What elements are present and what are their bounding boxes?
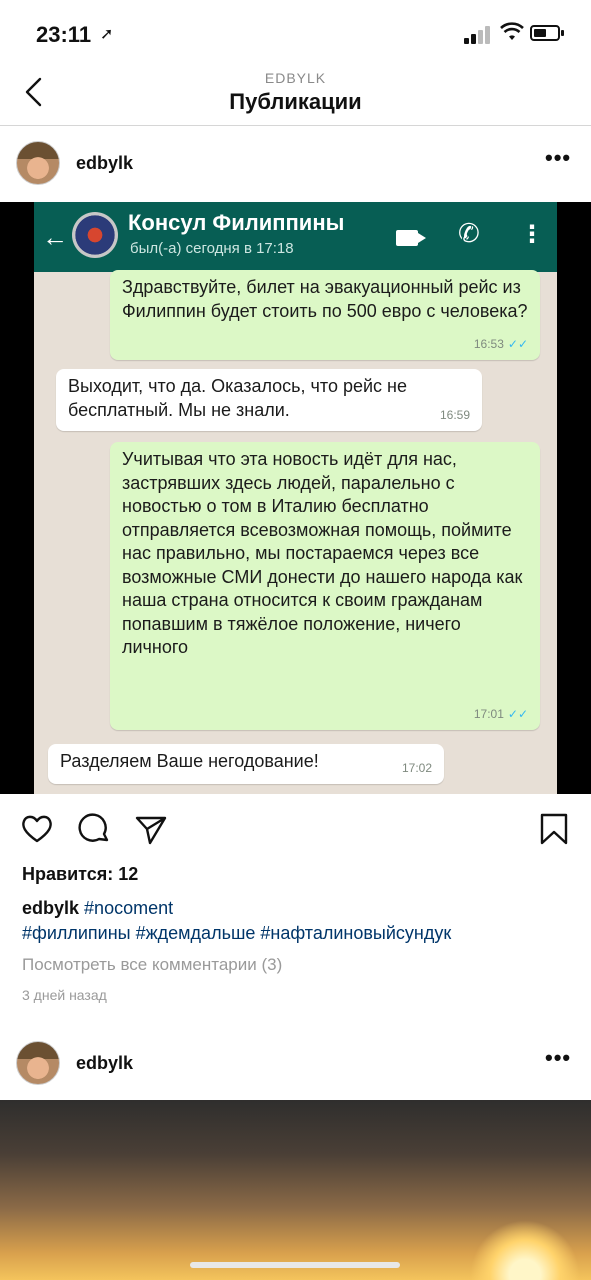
message-time: 16:53 ✓✓ bbox=[473, 336, 528, 351]
avatar[interactable] bbox=[16, 1041, 60, 1085]
post-caption: edbylk #nocoment #филлипины #ждемдальше … bbox=[22, 896, 582, 946]
arrow-left-icon: ← bbox=[42, 222, 68, 252]
message-bubble: Учитывая что эта новость идёт для нас, з… bbox=[110, 442, 540, 730]
post-header: edbylk ••• bbox=[0, 127, 591, 201]
chat-header: ← Консул Филиппины был(-а) сегодня в 17:… bbox=[34, 202, 557, 272]
message-text: Выходит, что да. Оказалось, что рейс не … bbox=[68, 376, 408, 420]
comment-icon[interactable] bbox=[78, 812, 112, 846]
status-bar: 23:11 ➚ bbox=[0, 0, 591, 60]
post-header: edbylk ••• bbox=[0, 1027, 591, 1101]
battery-icon bbox=[530, 25, 564, 41]
more-options-icon[interactable]: ••• bbox=[545, 147, 571, 173]
menu-dots-icon: ⋮ bbox=[520, 221, 544, 248]
post-username[interactable]: edbylk bbox=[76, 153, 133, 174]
clock: 23:11 bbox=[36, 22, 92, 47]
post-username[interactable]: edbylk bbox=[76, 1053, 133, 1074]
likes-count[interactable]: Нравится: 12 bbox=[22, 864, 138, 885]
nav-header: EDBYLK Публикации bbox=[0, 60, 591, 126]
caption-username[interactable]: edbylk bbox=[22, 898, 79, 918]
message-time: 17:02 bbox=[401, 760, 432, 775]
page-title: Публикации bbox=[229, 89, 362, 114]
heart-icon[interactable] bbox=[20, 812, 54, 846]
share-icon[interactable] bbox=[134, 812, 168, 846]
bookmark-icon[interactable] bbox=[537, 812, 571, 846]
post-image[interactable]: ← Консул Филиппины был(-а) сегодня в 17:… bbox=[0, 202, 591, 794]
profile-username-subtitle: EDBYLK bbox=[264, 70, 327, 86]
hashtag-links[interactable]: #филлипины #ждемдальше #нафталиновыйсунд… bbox=[22, 923, 451, 943]
phone-icon: ✆ bbox=[458, 218, 480, 248]
post-timestamp: 3 дней назад bbox=[22, 987, 107, 1003]
contact-avatar bbox=[72, 212, 118, 258]
sun-glow bbox=[470, 1220, 580, 1280]
whatsapp-screenshot: ← Консул Филиппины был(-а) сегодня в 17:… bbox=[34, 202, 557, 794]
message-bubble: Выходит, что да. Оказалось, что рейс не … bbox=[56, 369, 482, 431]
location-arrow-icon: ➚ bbox=[100, 26, 114, 43]
view-comments-link[interactable]: Посмотреть все комментарии (3) bbox=[22, 955, 282, 975]
home-indicator[interactable] bbox=[190, 1262, 400, 1268]
contact-name: Консул Филиппины bbox=[128, 210, 345, 235]
message-text: Разделяем Ваше негодование! bbox=[60, 751, 319, 771]
message-time: 17:01 ✓✓ bbox=[473, 706, 528, 721]
post-actions bbox=[0, 804, 591, 852]
message-bubble: Разделяем Ваше негодование! 17:02 bbox=[48, 744, 444, 784]
more-options-icon[interactable]: ••• bbox=[545, 1047, 571, 1073]
video-call-icon bbox=[396, 230, 426, 246]
message-text: Учитывая что эта новость идёт для нас, з… bbox=[122, 449, 523, 657]
avatar[interactable] bbox=[16, 141, 60, 185]
cellular-signal-icon bbox=[464, 26, 494, 44]
wifi-icon bbox=[500, 22, 524, 40]
message-time: 16:59 bbox=[439, 407, 470, 422]
read-ticks-icon: ✓✓ bbox=[507, 706, 528, 721]
last-seen: был(-а) сегодня в 17:18 bbox=[130, 240, 294, 257]
read-ticks-icon: ✓✓ bbox=[507, 336, 528, 351]
hashtag-link[interactable]: #nocoment bbox=[84, 898, 173, 918]
message-text: Здравствуйте, билет на эвакуационный рей… bbox=[122, 277, 528, 321]
post-image[interactable] bbox=[0, 1100, 591, 1280]
message-bubble: Здравствуйте, билет на эвакуационный рей… bbox=[110, 270, 540, 360]
